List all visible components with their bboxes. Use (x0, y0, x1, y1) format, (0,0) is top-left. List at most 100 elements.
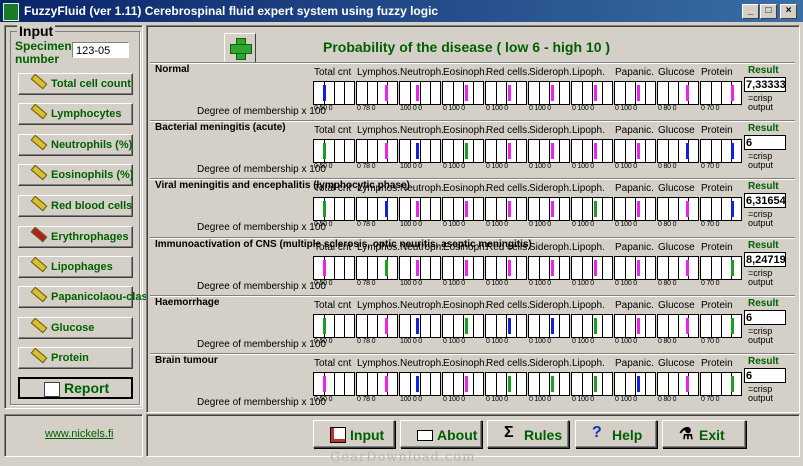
membership-gauge (657, 256, 699, 280)
membership-bar (385, 260, 388, 276)
membership-gauge (313, 139, 355, 163)
membership-gauge (313, 256, 355, 280)
membership-bar (385, 376, 388, 392)
column-header: Total cnt (314, 358, 352, 369)
membership-cell: Total cnt 0 50 0 (313, 125, 355, 173)
membership-gauge (356, 372, 398, 396)
column-header: Glucose (658, 242, 695, 253)
scale-labels: 0 50 0 (314, 221, 333, 228)
membership-cell: Lymphos. 0 78 0 (356, 358, 400, 406)
membership-gauge (356, 81, 398, 105)
membership-cell: Total cnt 0 50 0 (313, 242, 355, 290)
input-button-2[interactable]: Neutrophils (%) (18, 134, 133, 156)
membership-cell: Papanic. 0 100 0 (614, 183, 656, 231)
help-button[interactable]: ? Help (575, 420, 657, 448)
membership-gauge (657, 314, 699, 338)
close-button[interactable]: × (780, 4, 797, 19)
membership-bar (731, 143, 734, 159)
column-header: Neutroph. (400, 300, 444, 311)
membership-bar (637, 260, 640, 276)
column-header: Sideroph. (529, 358, 572, 369)
website-link[interactable]: www.nickels.fi (45, 428, 113, 440)
membership-bar (637, 201, 640, 217)
membership-cell: Sideroph. 0 100 0 (528, 358, 572, 406)
input-button-7[interactable]: Papanicolaou-class (18, 286, 154, 308)
disease-row: Viral meningitis and encephalitis (lymph… (150, 178, 795, 235)
scale-labels: 0 70 0 (701, 396, 720, 403)
specimen-input[interactable]: 123-05 (72, 42, 129, 58)
input-button-1[interactable]: Lymphocytes (18, 103, 133, 125)
disease-row: Bacterial meningitis (acute) Degree of me… (150, 120, 795, 177)
membership-cell: Total cnt 0 50 0 (313, 300, 355, 348)
membership-bar (551, 201, 554, 217)
membership-bar (416, 85, 419, 101)
column-header: Lipoph. (572, 300, 605, 311)
column-header: Sideroph. (529, 67, 572, 78)
exit-icon: ⚗ (679, 426, 694, 443)
input-button[interactable]: Input (313, 420, 395, 448)
scale-labels: 0 70 0 (701, 221, 720, 228)
report-button[interactable]: Report (18, 377, 133, 399)
exit-button[interactable]: ⚗ Exit (662, 420, 746, 448)
input-button-9[interactable]: Protein (18, 347, 133, 369)
membership-gauge (571, 314, 613, 338)
column-header: Papanic. (615, 183, 654, 194)
about-button[interactable]: About (400, 420, 482, 448)
membership-cell: Lymphos. 0 78 0 (356, 183, 400, 231)
input-button-5[interactable]: Erythrophages (18, 226, 133, 248)
membership-gauge (700, 372, 742, 396)
minimize-button[interactable]: _ (742, 4, 759, 19)
input-button-4[interactable]: Red blood cells (18, 195, 133, 217)
input-button-6[interactable]: Lipophages (18, 256, 133, 278)
scale-labels: 0 100 0 (615, 221, 637, 228)
column-header: Red cells. (486, 242, 530, 253)
chart-icon (330, 427, 346, 443)
maximize-button[interactable]: □ (760, 4, 777, 19)
result-value: 6,31654 (744, 193, 786, 208)
membership-gauge (614, 372, 656, 396)
scale-labels: 0 100 0 (443, 163, 465, 170)
membership-gauge (442, 256, 484, 280)
membership-cell: Lipoph. 0 100 0 (571, 300, 613, 348)
membership-cell: Lipoph. 0 100 0 (571, 183, 613, 231)
crisp-output-label: =crisp output (748, 93, 774, 112)
membership-bar (508, 85, 511, 101)
membership-cell: Eosinoph. 0 100 0 (442, 300, 487, 348)
column-header: Lipoph. (572, 358, 605, 369)
pencil-icon (30, 317, 48, 334)
membership-bar (416, 201, 419, 217)
pencil-icon (30, 347, 48, 364)
membership-bar (594, 201, 597, 217)
membership-gauge (614, 197, 656, 221)
membership-bar (323, 376, 326, 392)
scale-labels: 0 70 0 (701, 163, 720, 170)
scale-labels: 100 0 0 (400, 280, 422, 287)
scale-labels: 0 100 0 (443, 221, 465, 228)
membership-bar (323, 143, 326, 159)
scale-labels: 0 80 0 (658, 338, 677, 345)
membership-cell: Neutroph. 100 0 0 (399, 125, 444, 173)
sigma-icon: Σ (504, 424, 514, 441)
membership-gauge (657, 197, 699, 221)
membership-gauge (485, 314, 527, 338)
membership-cell: Neutroph. 100 0 0 (399, 358, 444, 406)
membership-cell: Total cnt 0 50 0 (313, 67, 355, 115)
input-button-8[interactable]: Glucose (18, 317, 133, 339)
membership-bar (594, 318, 597, 334)
membership-bar (731, 85, 734, 101)
membership-bar (637, 85, 640, 101)
column-header: Red cells. (486, 300, 530, 311)
degree-label: Degree of membership x 100 (197, 281, 326, 292)
column-header: Red cells. (486, 67, 530, 78)
column-header: Neutroph. (400, 67, 444, 78)
membership-cell: Total cnt 0 50 0 (313, 183, 355, 231)
membership-gauge (485, 197, 527, 221)
input-button-0[interactable]: Total cell count (18, 73, 133, 95)
rules-button[interactable]: Σ Rules (487, 420, 569, 448)
input-button-3[interactable]: Eosinophils (%) (18, 164, 134, 186)
membership-gauge (614, 139, 656, 163)
scale-labels: 0 80 0 (658, 396, 677, 403)
scale-labels: 100 0 0 (400, 221, 422, 228)
membership-bar (323, 260, 326, 276)
scale-labels: 0 100 0 (443, 338, 465, 345)
